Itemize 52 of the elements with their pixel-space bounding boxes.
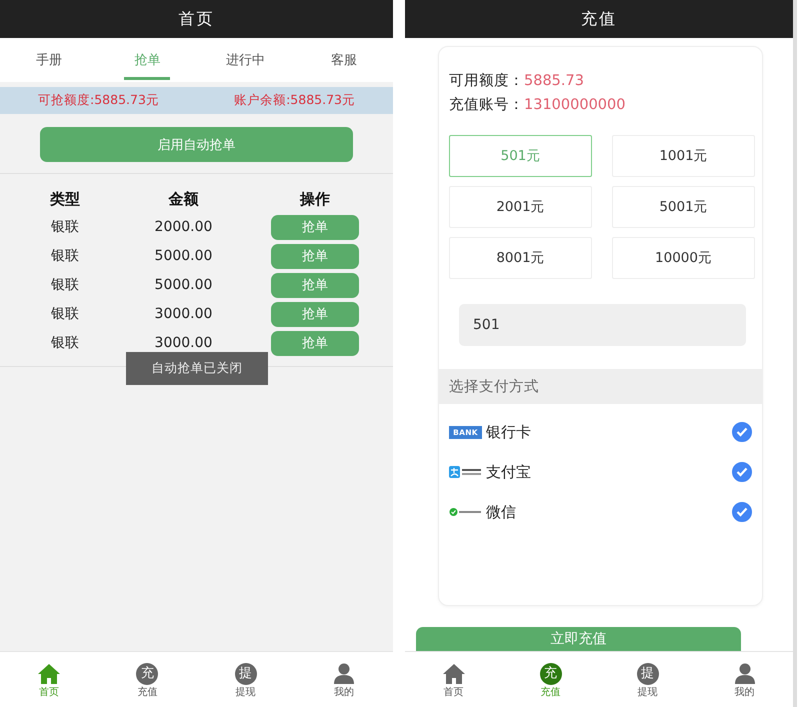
tab[interactable]: 手册 bbox=[0, 38, 98, 82]
circle-character-icon: 充 bbox=[540, 662, 562, 684]
table-cell-text: 3000.00 bbox=[154, 305, 214, 324]
circle-character-icon: 提 bbox=[234, 662, 257, 684]
table-cell-text: 银联 bbox=[50, 276, 80, 295]
table-cell-text: 3000.00 bbox=[154, 334, 214, 353]
check-icon[interactable] bbox=[732, 422, 752, 442]
nav-tab[interactable]: 我的 bbox=[294, 652, 393, 707]
grab-limit-text: 可抢额度:5885.73元 bbox=[38, 92, 159, 109]
page-title: 首页 bbox=[178, 8, 214, 30]
circle-character-icon: 充 bbox=[136, 662, 158, 684]
table-cell-text: 5000.00 bbox=[154, 247, 214, 266]
toast-message: 自动抢单已关闭 bbox=[126, 352, 268, 385]
nav-tab[interactable]: 首页 bbox=[405, 652, 502, 707]
nav-tab[interactable]: 提 提现 bbox=[599, 652, 696, 707]
amount-field[interactable]: 501 bbox=[459, 304, 746, 346]
payment-method-label: 支付宝 bbox=[486, 462, 532, 482]
column-header: 操作 bbox=[300, 189, 330, 210]
table-cell-text: 5000.00 bbox=[154, 276, 214, 295]
tab[interactable]: 客服 bbox=[294, 38, 393, 82]
balance-text: 账户余额:5885.73元 bbox=[234, 92, 355, 109]
table-cell-text: 2000.00 bbox=[154, 218, 214, 237]
table-cell-text: 银联 bbox=[50, 334, 80, 353]
tab[interactable]: 进行中 bbox=[196, 38, 295, 82]
payment-method-label: 银行卡 bbox=[486, 422, 532, 442]
table-cell-text: 银联 bbox=[50, 218, 80, 237]
check-icon[interactable] bbox=[732, 502, 752, 522]
table-cell-text: 银联 bbox=[50, 305, 80, 324]
amount-option[interactable]: 5001元 bbox=[612, 186, 755, 228]
available-value: 5885.73 bbox=[524, 72, 584, 91]
payment-heading: 选择支付方式 bbox=[449, 378, 539, 396]
account-label: 充值账号： bbox=[449, 96, 524, 115]
nav-tab[interactable]: 充 充值 bbox=[98, 652, 196, 707]
nav-tab[interactable]: 我的 bbox=[696, 652, 793, 707]
table-cell-text: 银联 bbox=[50, 247, 80, 266]
column-header: 类型 bbox=[50, 189, 80, 210]
page-title: 充值 bbox=[581, 8, 617, 30]
amount-option[interactable]: 8001元 bbox=[449, 237, 592, 279]
payment-logo-icon bbox=[449, 507, 482, 517]
circle-character-icon: 提 bbox=[636, 662, 658, 684]
nav-tab[interactable]: 提 提现 bbox=[196, 652, 295, 707]
check-icon[interactable] bbox=[732, 462, 752, 482]
payment-logo-icon bbox=[449, 466, 482, 478]
amount-option[interactable]: 10000元 bbox=[612, 237, 755, 279]
payment-method-label: 微信 bbox=[486, 502, 517, 522]
amount-option[interactable]: 2001元 bbox=[449, 186, 592, 228]
nav-tab[interactable]: 充 充值 bbox=[502, 652, 599, 707]
amount-option[interactable]: 1001元 bbox=[612, 135, 755, 177]
available-label: 可用额度： bbox=[449, 72, 524, 91]
account-value: 13100000000 bbox=[524, 96, 626, 115]
column-header: 金额 bbox=[168, 189, 198, 210]
nav-tab[interactable]: 首页 bbox=[0, 652, 98, 707]
